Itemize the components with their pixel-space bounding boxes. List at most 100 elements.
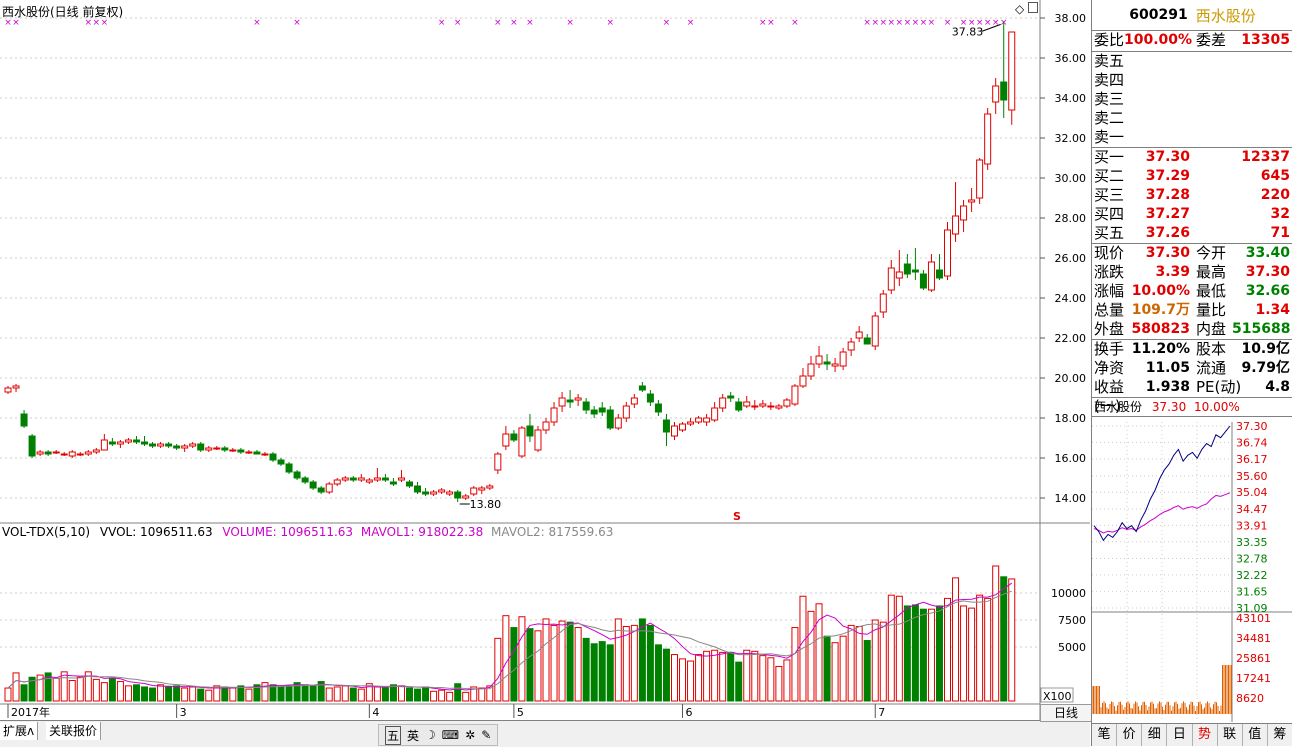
mini-price: 37.30: [1151, 400, 1187, 414]
candle-body: [839, 351, 847, 367]
candle-body: [847, 341, 855, 351]
signal-marker: ×: [663, 18, 671, 28]
candle-body: [261, 453, 269, 456]
signal-marker: ×: [871, 18, 879, 28]
candle-body: [566, 399, 574, 403]
candle-body: [743, 401, 751, 407]
candle-body: [606, 409, 614, 429]
volume-bar: [494, 637, 502, 702]
x-tick-label: 2017年: [11, 705, 50, 719]
volume-bar: [478, 687, 486, 702]
signal-marker: ×: [904, 18, 912, 28]
sell-5: 卖五: [1092, 52, 1292, 71]
candle-body: [317, 487, 325, 493]
candle-body: [28, 435, 36, 457]
diamond-icon[interactable]: ◇: [1015, 2, 1024, 16]
pen-icon[interactable]: ✎: [481, 728, 491, 742]
volume-bar: [879, 621, 887, 702]
panel-tab-4[interactable]: 势: [1193, 724, 1218, 746]
panel-tab-7[interactable]: 筹: [1268, 724, 1292, 746]
intraday-chart[interactable]: 37.30 36.74 36.17 35.60 35.04 34.47 33.91 33.35…: [1092, 422, 1292, 724]
candle-body: [124, 439, 132, 443]
window-icon[interactable]: [1028, 2, 1038, 13]
volume-bar: [100, 682, 108, 702]
candle-body: [333, 479, 341, 485]
volume-bar: [1008, 578, 1016, 702]
kline-chart[interactable]: ××××××××××××××××××××××××××××××××××× 38.0…: [0, 0, 1090, 746]
volume-bar: [108, 677, 116, 702]
panel-tab-2[interactable]: 细: [1142, 724, 1168, 746]
volume-bar: [887, 594, 895, 702]
x-tick-label: 4: [372, 706, 379, 719]
candle-body: [349, 477, 357, 481]
volume-bar: [141, 686, 149, 702]
signal-marker: ×: [879, 18, 887, 28]
candle-body: [526, 425, 534, 437]
mini-tick-label: 34.47: [1236, 503, 1268, 516]
volume-bar: [301, 684, 309, 702]
ime-wu[interactable]: 五: [385, 725, 402, 745]
volume-bar: [935, 605, 943, 702]
candle-body: [4, 387, 12, 393]
signal-marker: ×: [687, 18, 695, 28]
volume-bar: [687, 660, 695, 702]
panel-tab-0[interactable]: 笔: [1092, 724, 1118, 746]
signal-marker: ×: [510, 18, 518, 28]
volume-bar: [927, 608, 935, 702]
volume-bar: [944, 597, 952, 702]
volume-bar: [622, 625, 630, 702]
signal-marker: ×: [566, 18, 574, 28]
panel-tab-1[interactable]: 价: [1117, 724, 1143, 746]
candle-body: [12, 385, 20, 389]
volume-bar: [662, 648, 670, 702]
ime-en[interactable]: 英: [407, 727, 419, 744]
candle-body: [213, 447, 221, 450]
panel-tab-6[interactable]: 值: [1243, 724, 1268, 746]
buy-qty: 12337: [1241, 149, 1290, 165]
volume-bar: [510, 627, 518, 702]
candle-body: [614, 417, 622, 429]
signal-marker: ×: [896, 18, 904, 28]
settings-icon[interactable]: ✲: [465, 728, 475, 742]
x-tick-label: 7: [878, 706, 885, 719]
candle-body: [52, 451, 60, 454]
volume-bar: [847, 624, 855, 702]
moon-icon[interactable]: ☽: [425, 728, 436, 742]
signal-marker: ×: [944, 18, 952, 28]
info-value: 32.66: [1245, 283, 1290, 299]
buy-label: 买二: [1094, 167, 1125, 185]
volume-bar: [124, 685, 132, 702]
info-value: 11.05: [1145, 360, 1190, 376]
signal-marker: ×: [454, 18, 462, 28]
vol-indicator-name[interactable]: VOL-TDX(5,10): [2, 525, 90, 539]
candle-body: [895, 271, 903, 279]
volume-bar: [12, 672, 20, 702]
keyboard-icon[interactable]: ⌨: [442, 728, 459, 742]
candle-body: [430, 491, 438, 495]
volume-bar: [277, 686, 285, 702]
volume-bar: [614, 618, 622, 702]
volume-bar: [221, 686, 229, 702]
candle-body: [719, 397, 727, 409]
candle-body: [157, 443, 165, 447]
volume-bar: [574, 627, 582, 702]
volume-bar: [132, 684, 140, 702]
signal-marker: ×: [253, 18, 261, 28]
volume-tick-label: 5000: [1058, 641, 1086, 654]
panel-tab-5[interactable]: 联: [1218, 724, 1243, 746]
candle-body: [582, 401, 590, 411]
volume-bar: [4, 687, 12, 702]
panel-tab-3[interactable]: 日: [1167, 724, 1193, 746]
day-line-button[interactable]: 日线: [1040, 704, 1092, 722]
extend-tab[interactable]: 扩展ʌ: [0, 722, 39, 740]
ime-toolbar[interactable]: 五 英 ☽ ⌨ ✲ ✎: [378, 724, 499, 746]
sell-label: 卖三: [1094, 90, 1125, 108]
volume-bar: [373, 686, 381, 702]
signal-marker: ×: [928, 18, 936, 28]
related-quote-tab[interactable]: 关联报价: [46, 722, 102, 740]
candle-body: [952, 215, 960, 235]
quote-panel: 600291 西水股份 委比 100.00% 委差 13305 卖五 卖四 卖三…: [1091, 0, 1292, 746]
candle-body: [911, 269, 919, 273]
info-row: 收益(一) 1.938 PE(动) 4.8: [1092, 378, 1292, 415]
volume-bar: [389, 684, 397, 702]
